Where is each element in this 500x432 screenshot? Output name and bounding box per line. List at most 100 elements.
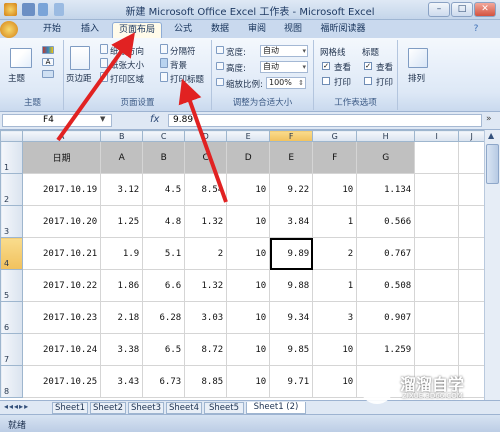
date-cell[interactable]: 2017.10.21 <box>21 237 102 270</box>
data-cell[interactable]: 8.72 <box>184 333 228 366</box>
empty-cell[interactable] <box>458 173 486 206</box>
maximize-button[interactable]: □ <box>451 2 473 17</box>
close-button[interactable]: ✕ <box>474 2 496 17</box>
data-cell[interactable]: 1.259 <box>356 333 416 366</box>
table-header-cell[interactable]: C <box>184 141 228 174</box>
scale-spinner[interactable]: 100% ⇕ <box>266 77 306 89</box>
date-cell[interactable]: 2017.10.22 <box>21 269 102 302</box>
data-cell[interactable]: 10 <box>226 301 271 334</box>
data-cell[interactable]: 1 <box>312 205 358 238</box>
data-cell[interactable]: 1.86 <box>100 269 144 302</box>
margins-icon[interactable] <box>70 46 90 70</box>
tab-review[interactable]: 审阅 <box>242 22 272 38</box>
print-titles-button[interactable]: 打印标题 <box>170 73 204 85</box>
data-cell[interactable]: 10 <box>312 173 358 206</box>
gridlines-view-checkbox[interactable]: ✓ <box>322 62 330 70</box>
sheet-nav-icon[interactable]: ◂◂◂▸▸ <box>4 402 29 411</box>
data-cell[interactable]: 10 <box>226 173 271 206</box>
data-cell[interactable]: 3.38 <box>100 333 144 366</box>
data-cell[interactable]: 9.85 <box>269 333 314 366</box>
empty-cell[interactable] <box>458 141 486 174</box>
tab-data[interactable]: 数据 <box>205 22 235 38</box>
empty-cell[interactable] <box>458 205 486 238</box>
arrange-icon[interactable] <box>408 48 428 68</box>
empty-cell[interactable] <box>414 301 460 334</box>
scrollbar-thumb[interactable] <box>486 144 499 184</box>
row-header[interactable]: 5 <box>0 269 23 302</box>
data-cell[interactable]: 8.54 <box>184 173 228 206</box>
empty-cell[interactable] <box>458 333 486 366</box>
data-cell[interactable]: 6.5 <box>142 333 186 366</box>
data-cell[interactable]: 9.22 <box>269 173 314 206</box>
row-header[interactable]: 6 <box>0 301 23 334</box>
sheet-tab[interactable]: Sheet5 <box>204 402 244 414</box>
table-header-cell[interactable]: 日期 <box>21 141 102 174</box>
data-cell[interactable]: 9.88 <box>269 269 314 302</box>
scroll-up-icon[interactable]: ▲ <box>488 131 494 140</box>
data-cell[interactable]: 6.6 <box>142 269 186 302</box>
empty-cell[interactable] <box>414 173 460 206</box>
date-cell[interactable]: 2017.10.19 <box>21 173 102 206</box>
date-cell[interactable]: 2017.10.20 <box>21 205 102 238</box>
empty-cell[interactable] <box>414 141 460 174</box>
office-orb-icon[interactable] <box>0 21 18 38</box>
theme-effects-icon[interactable] <box>42 70 54 78</box>
column-header[interactable]: I <box>414 130 460 142</box>
help-icon[interactable]: ? <box>470 22 482 38</box>
tab-insert[interactable]: 插入 <box>74 22 106 38</box>
empty-cell[interactable] <box>458 301 486 334</box>
data-cell[interactable]: 3.43 <box>100 365 144 398</box>
row-header[interactable]: 2 <box>0 173 23 206</box>
table-header-cell[interactable]: F <box>312 141 358 174</box>
column-header[interactable]: D <box>184 130 228 142</box>
data-cell[interactable]: 3 <box>312 301 358 334</box>
data-cell[interactable]: 10 <box>226 205 271 238</box>
table-header-cell[interactable]: G <box>356 141 416 174</box>
table-header-cell[interactable]: E <box>269 141 314 174</box>
themes-icon[interactable] <box>10 48 32 68</box>
tab-foxit-reader[interactable]: 福昕阅读器 <box>314 22 372 38</box>
data-cell[interactable]: 10 <box>226 269 271 302</box>
print-area-button[interactable]: 打印区域 <box>110 73 144 85</box>
formula-input[interactable]: 9.89 <box>168 114 482 127</box>
select-all-corner[interactable] <box>0 130 23 142</box>
empty-cell[interactable] <box>458 237 486 270</box>
gridlines-print-checkbox[interactable] <box>322 77 330 85</box>
sheet-tab-active[interactable]: Sheet1 (2) <box>246 402 306 414</box>
data-cell[interactable]: 3.12 <box>100 173 144 206</box>
data-cell[interactable]: 10 <box>226 365 271 398</box>
data-cell[interactable]: 2 <box>312 237 358 270</box>
data-cell[interactable]: 0.508 <box>356 269 416 302</box>
column-header[interactable]: J <box>458 130 486 142</box>
height-dropdown[interactable]: 自动 ▾ <box>260 61 308 73</box>
column-header[interactable]: A <box>21 130 102 142</box>
data-cell[interactable]: 4.5 <box>142 173 186 206</box>
row-header[interactable]: 7 <box>0 333 23 366</box>
background-button[interactable]: 背景 <box>170 59 187 71</box>
data-cell[interactable]: 1 <box>312 269 358 302</box>
tab-view[interactable]: 视图 <box>278 22 308 38</box>
breaks-button[interactable]: 分隔符 <box>170 45 196 57</box>
data-cell[interactable]: 1.9 <box>100 237 144 270</box>
column-header[interactable]: E <box>226 130 271 142</box>
data-cell[interactable]: 5.1 <box>142 237 186 270</box>
data-cell[interactable]: 10 <box>226 333 271 366</box>
selected-cell[interactable]: 9.89 <box>269 237 314 270</box>
headings-print-checkbox[interactable] <box>364 77 372 85</box>
expand-formula-icon[interactable]: » <box>486 114 492 124</box>
sheet-tab[interactable]: Sheet2 <box>90 402 126 414</box>
date-cell[interactable]: 2017.10.23 <box>21 301 102 334</box>
sheet-tab[interactable]: Sheet1 <box>52 402 88 414</box>
orientation-button[interactable]: 纸张方向 <box>110 45 144 57</box>
minimize-button[interactable]: – <box>428 2 450 17</box>
data-cell[interactable]: 2 <box>184 237 228 270</box>
date-cell[interactable]: 2017.10.25 <box>21 365 102 398</box>
empty-cell[interactable] <box>414 205 460 238</box>
tab-formulas[interactable]: 公式 <box>168 22 198 38</box>
empty-cell[interactable] <box>458 269 486 302</box>
data-cell[interactable]: 0.767 <box>356 237 416 270</box>
table-header-cell[interactable]: B <box>142 141 186 174</box>
row-header[interactable]: 8 <box>0 365 23 398</box>
headings-view-checkbox[interactable]: ✓ <box>364 62 372 70</box>
data-cell[interactable]: 0.907 <box>356 301 416 334</box>
